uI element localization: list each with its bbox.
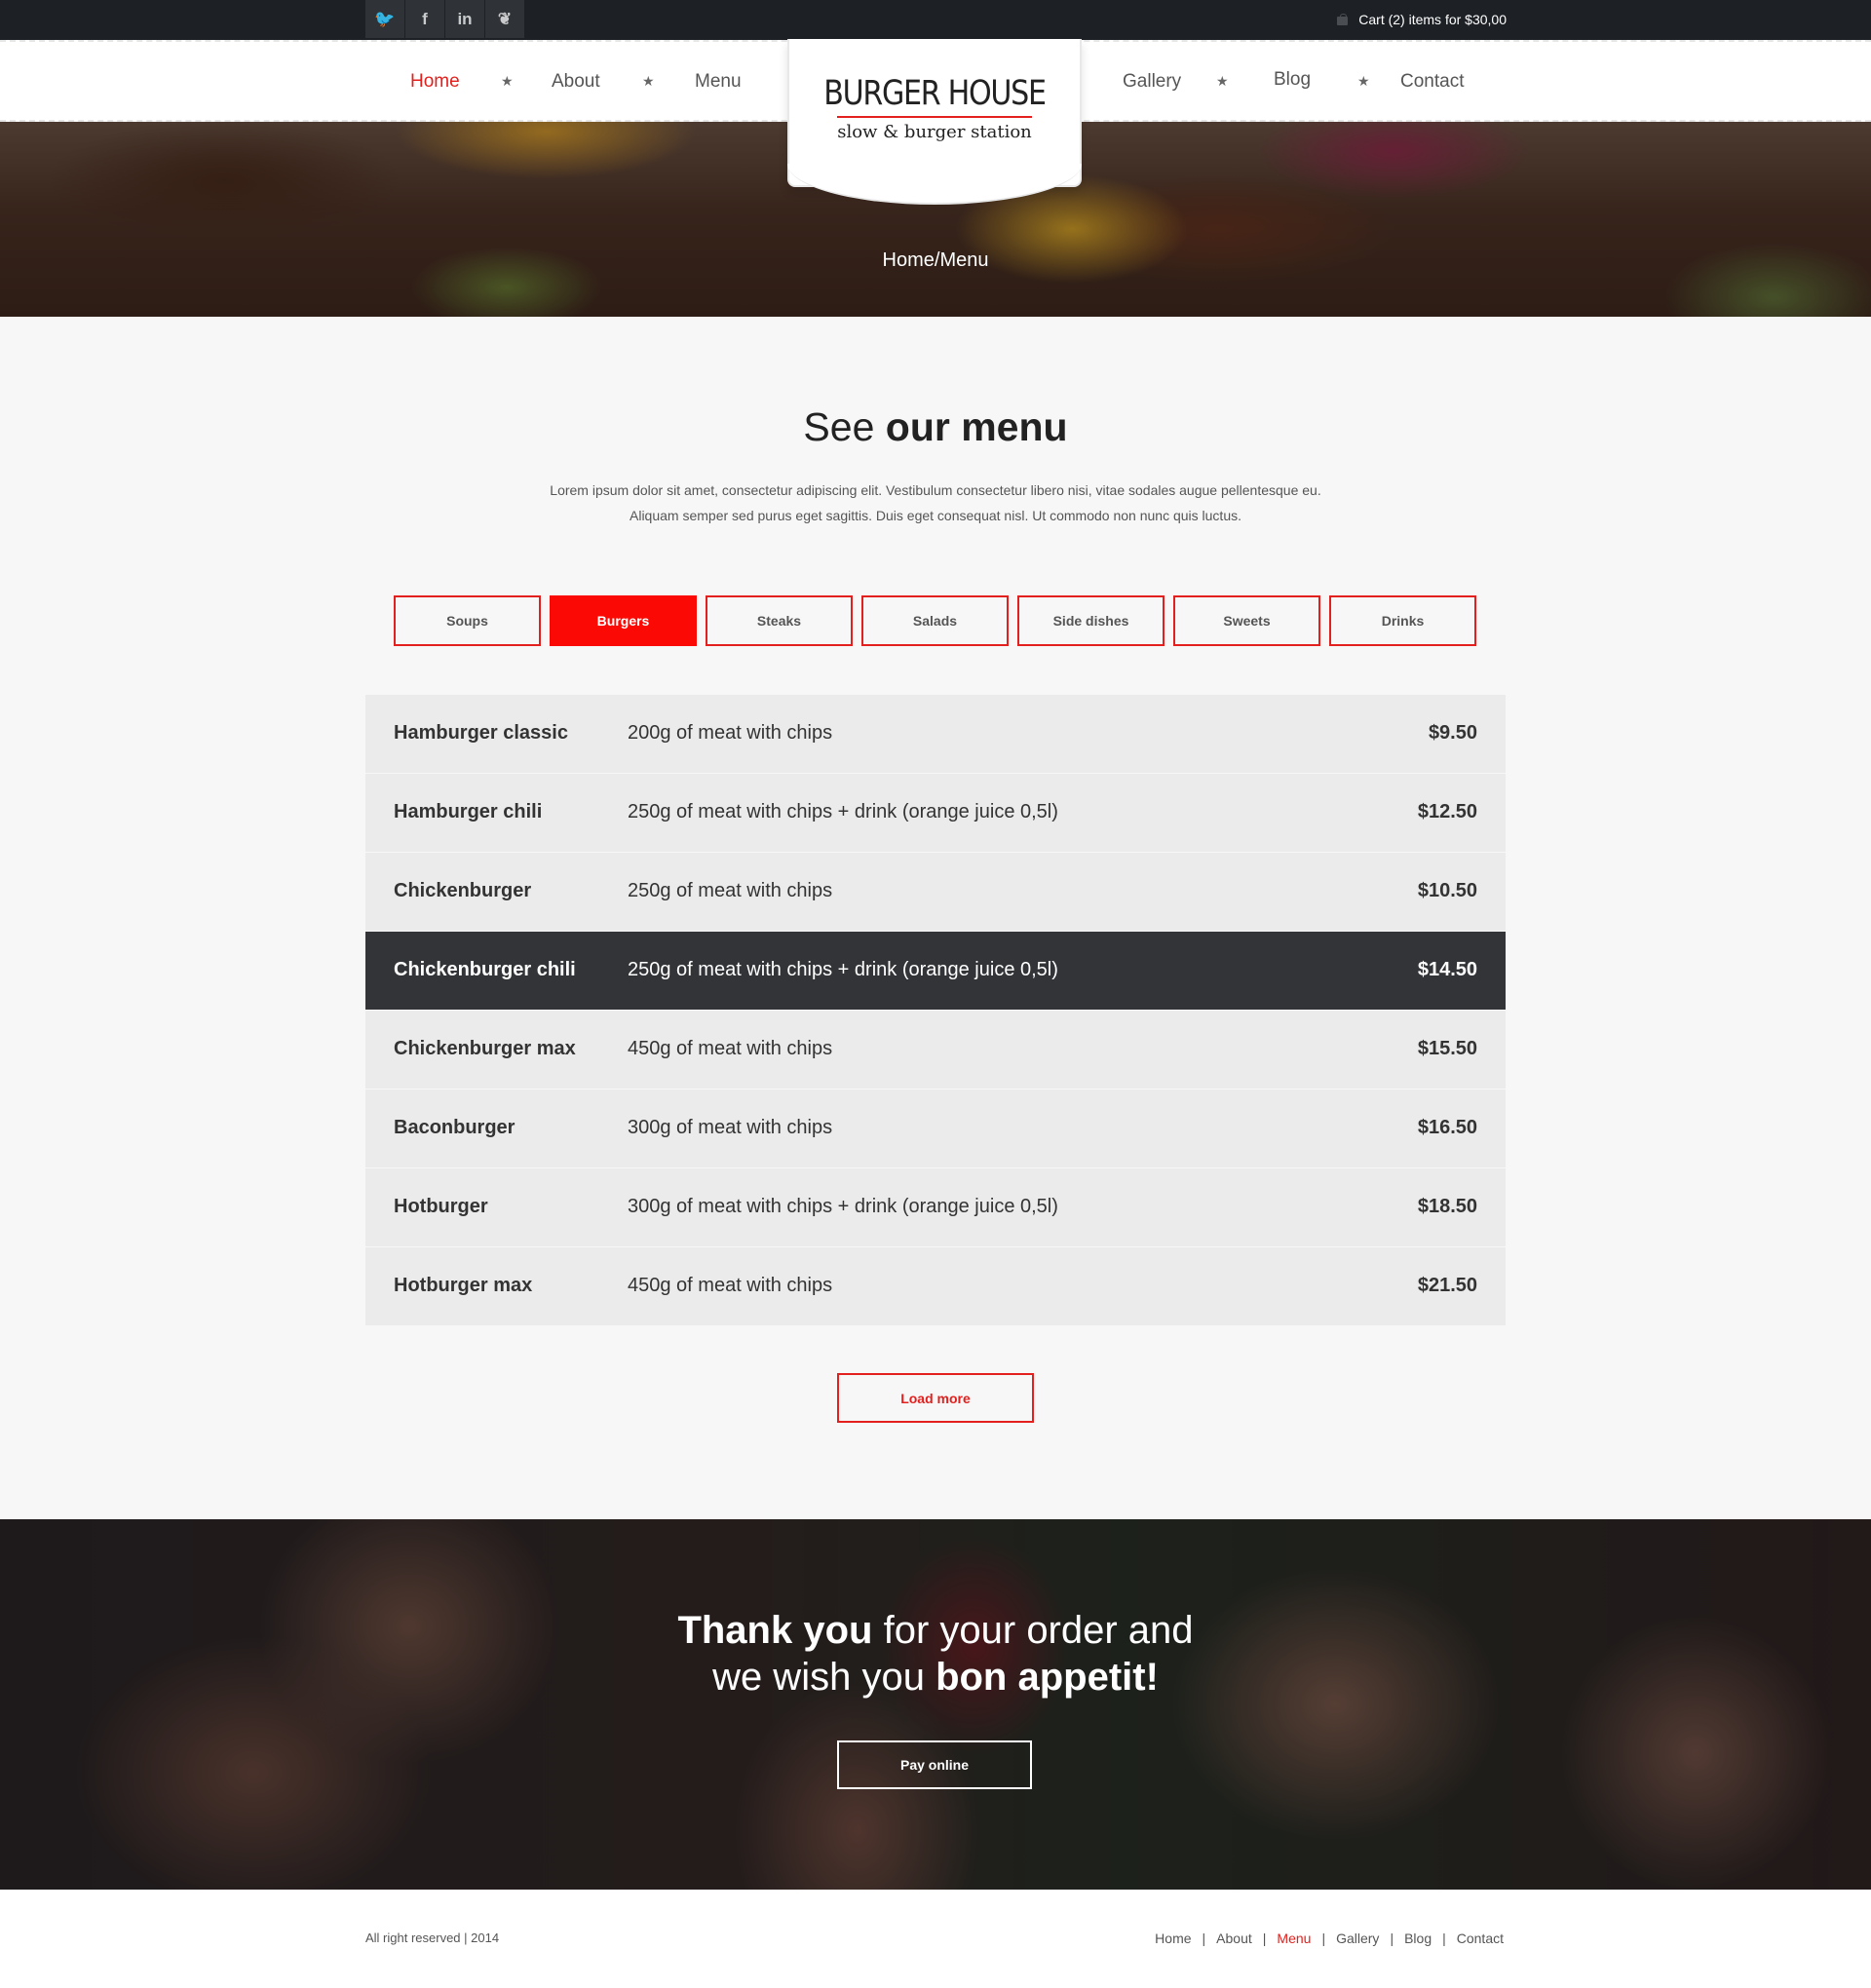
- menu-item-description: 300g of meat with chips: [628, 1117, 833, 1138]
- linkedin-icon[interactable]: in: [445, 0, 484, 38]
- footer-separator: |: [1321, 1931, 1326, 1946]
- nav-separator-star-icon: ★: [1216, 73, 1229, 89]
- footer-separator: |: [1390, 1931, 1394, 1946]
- section-title-light: See: [803, 404, 875, 449]
- banner-line1-bold: Thank you: [677, 1609, 873, 1652]
- menu-item[interactable]: Hamburger chili 250g of meat with chips …: [365, 774, 1506, 853]
- section-title-bold: our menu: [885, 404, 1068, 449]
- section-title: See our menu: [0, 404, 1871, 450]
- logo-title: BURGER HOUSE: [823, 74, 1047, 113]
- load-more-button[interactable]: Load more: [837, 1373, 1034, 1423]
- banner-line1-rest: for your order and: [883, 1609, 1194, 1652]
- menu-item-name: Baconburger: [394, 1117, 515, 1138]
- menu-item-price: $9.50: [1428, 722, 1477, 744]
- menu-list: Hamburger classic 200g of meat with chip…: [365, 695, 1506, 1326]
- top-bar: 🐦 f in ❦ Cart (2) items for $30,00: [0, 0, 1871, 40]
- menu-item-name: Hamburger chili: [394, 801, 543, 822]
- menu-item-description: 300g of meat with chips + drink (orange …: [628, 1196, 1058, 1217]
- menu-item-description: 450g of meat with chips: [628, 1038, 833, 1059]
- menu-item-price: $21.50: [1417, 1275, 1477, 1296]
- nav-about[interactable]: About: [552, 71, 600, 93]
- nav-separator-star-icon: ★: [1357, 73, 1370, 89]
- nav-contact[interactable]: Contact: [1400, 71, 1464, 93]
- intro-line: Aliquam semper sed purus eget sagittis. …: [630, 508, 1241, 523]
- menu-item-price: $18.50: [1417, 1196, 1477, 1217]
- tab-side-dishes[interactable]: Side dishes: [1017, 595, 1165, 646]
- logo-divider: [837, 116, 1032, 118]
- menu-item-name: Chickenburger: [394, 880, 532, 901]
- menu-item-description: 450g of meat with chips: [628, 1275, 833, 1296]
- section-intro: Lorem ipsum dolor sit amet, consectetur …: [409, 478, 1462, 528]
- menu-item-description: 250g of meat with chips + drink (orange …: [628, 959, 1058, 980]
- breadcrumb: Home/Menu: [882, 249, 989, 271]
- menu-item-name: Hamburger classic: [394, 722, 568, 744]
- copyright: All right reserved | 2014: [365, 1931, 500, 1945]
- nav-separator-star-icon: ★: [501, 73, 514, 89]
- pay-online-button[interactable]: Pay online: [837, 1740, 1032, 1789]
- menu-item-price: $12.50: [1417, 801, 1477, 822]
- tab-drinks[interactable]: Drinks: [1329, 595, 1476, 646]
- menu-item-price: $16.50: [1417, 1117, 1477, 1138]
- menu-item-price: $14.50: [1417, 959, 1477, 980]
- nav-menu[interactable]: Menu: [695, 71, 742, 93]
- cart-summary[interactable]: Cart (2) items for $30,00: [1336, 12, 1507, 27]
- logo-subtitle: slow & burger station: [837, 122, 1032, 142]
- menu-item[interactable]: Chickenburger max 450g of meat with chip…: [365, 1011, 1506, 1090]
- tab-salads[interactable]: Salads: [861, 595, 1009, 646]
- menu-item[interactable]: Chickenburger 250g of meat with chips $1…: [365, 853, 1506, 932]
- menu-item-description: 200g of meat with chips: [628, 722, 833, 744]
- evernote-icon[interactable]: ❦: [485, 0, 524, 38]
- menu-item[interactable]: Hamburger classic 200g of meat with chip…: [365, 695, 1506, 774]
- nav-blog[interactable]: Blog: [1274, 69, 1311, 91]
- menu-item-highlighted[interactable]: Chickenburger chili 250g of meat with ch…: [365, 932, 1506, 1011]
- cart-text: Cart (2) items for $30,00: [1358, 12, 1507, 27]
- tab-soups[interactable]: Soups: [394, 595, 541, 646]
- tab-steaks[interactable]: Steaks: [706, 595, 853, 646]
- footer-navigation: Home | About | Menu | Gallery | Blog | C…: [1155, 1931, 1504, 1946]
- nav-home[interactable]: Home: [410, 71, 460, 93]
- cart-icon: [1336, 13, 1349, 26]
- banner-message: Thank you for your order and we wish you…: [0, 1607, 1871, 1701]
- tab-sweets[interactable]: Sweets: [1173, 595, 1320, 646]
- logo[interactable]: BURGER HOUSE slow & burger station: [787, 39, 1082, 205]
- footer-link-menu[interactable]: Menu: [1277, 1931, 1311, 1946]
- menu-item-description: 250g of meat with chips: [628, 880, 833, 901]
- footer-link-home[interactable]: Home: [1155, 1931, 1191, 1946]
- menu-item-price: $10.50: [1417, 880, 1477, 901]
- social-links: 🐦 f in ❦: [365, 0, 525, 38]
- menu-category-tabs: Soups Burgers Steaks Salads Side dishes …: [394, 595, 1485, 646]
- footer-separator: |: [1202, 1931, 1206, 1946]
- nav-separator-star-icon: ★: [642, 73, 655, 89]
- twitter-icon[interactable]: 🐦: [365, 0, 404, 38]
- menu-item[interactable]: Hotburger 300g of meat with chips + drin…: [365, 1168, 1506, 1247]
- menu-item-name: Hotburger max: [394, 1275, 533, 1296]
- footer: All right reserved | 2014 Home | About |…: [0, 1890, 1871, 1988]
- thank-you-banner: Thank you for your order and we wish you…: [0, 1519, 1871, 1890]
- footer-link-blog[interactable]: Blog: [1404, 1931, 1432, 1946]
- menu-item-description: 250g of meat with chips + drink (orange …: [628, 801, 1058, 822]
- menu-item[interactable]: Hotburger max 450g of meat with chips $2…: [365, 1247, 1506, 1326]
- menu-item-name: Chickenburger chili: [394, 959, 576, 980]
- footer-separator: |: [1262, 1931, 1267, 1946]
- footer-link-gallery[interactable]: Gallery: [1336, 1931, 1379, 1946]
- banner-line2-bold: bon appetit!: [936, 1656, 1159, 1699]
- footer-link-about[interactable]: About: [1216, 1931, 1252, 1946]
- nav-gallery[interactable]: Gallery: [1123, 71, 1181, 93]
- menu-item[interactable]: Baconburger 300g of meat with chips $16.…: [365, 1090, 1506, 1168]
- footer-separator: |: [1442, 1931, 1446, 1946]
- menu-item-name: Chickenburger max: [394, 1038, 576, 1059]
- menu-item-name: Hotburger: [394, 1196, 488, 1217]
- intro-line: Lorem ipsum dolor sit amet, consectetur …: [550, 482, 1321, 498]
- facebook-icon[interactable]: f: [405, 0, 444, 38]
- footer-link-contact[interactable]: Contact: [1457, 1931, 1504, 1946]
- banner-line2-light: we wish you: [712, 1656, 925, 1699]
- tab-burgers[interactable]: Burgers: [550, 595, 697, 646]
- menu-item-price: $15.50: [1417, 1038, 1477, 1059]
